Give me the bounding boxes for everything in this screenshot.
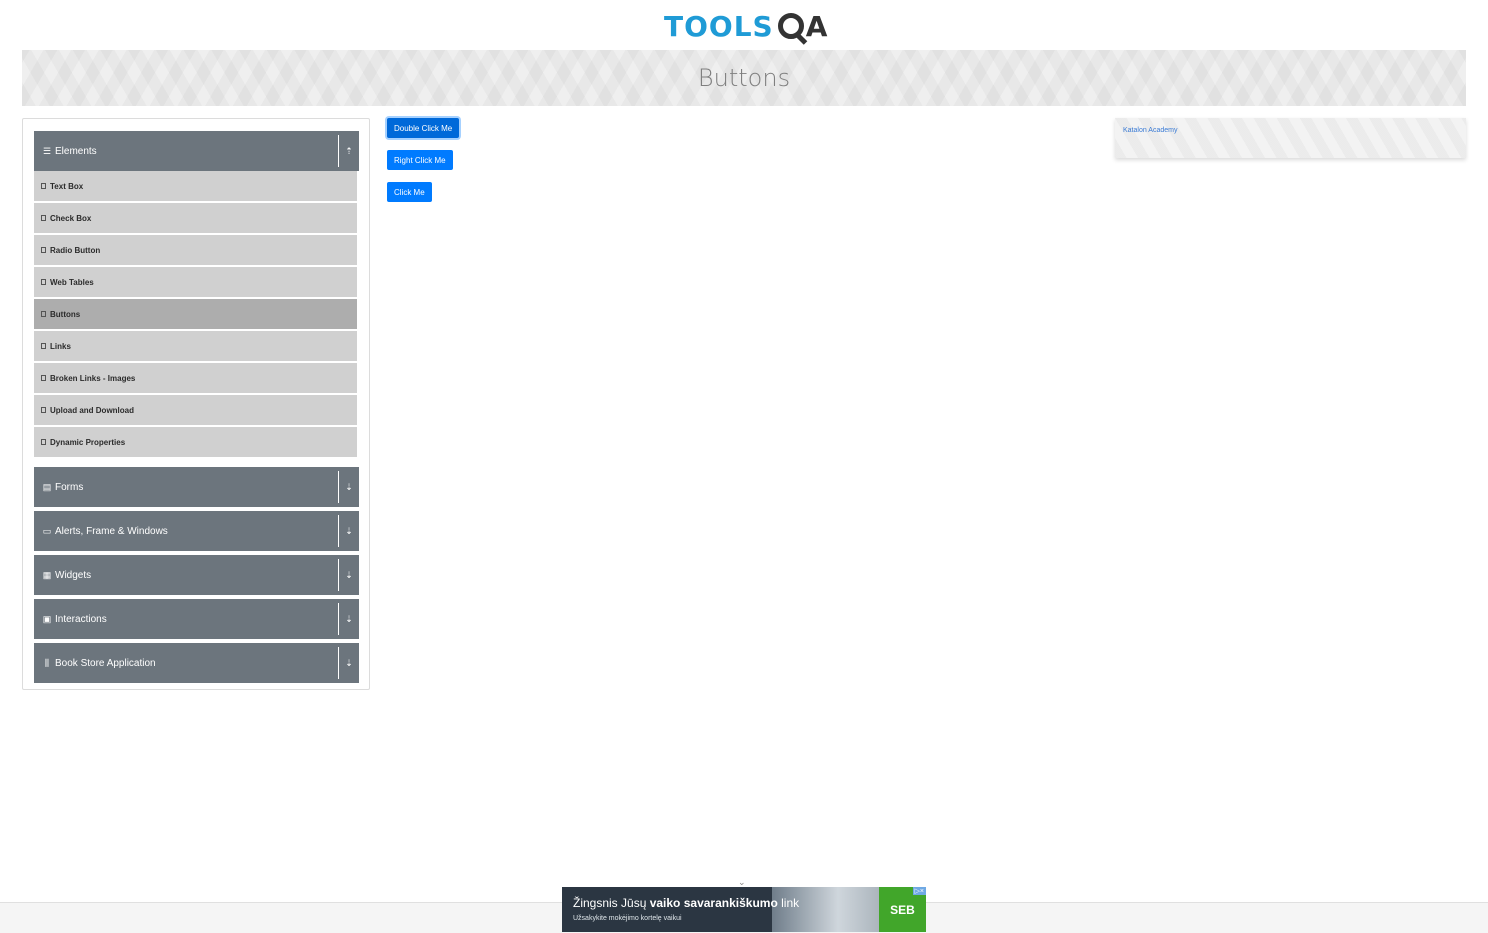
sidebar-item-web-tables[interactable]: Web Tables bbox=[34, 267, 359, 297]
logo-tools-text: TOOLS bbox=[664, 9, 774, 43]
sidebar: ☰ Elements ⇡ Text Box Check Box Radio Bu… bbox=[22, 118, 370, 690]
item-icon bbox=[41, 311, 46, 317]
sidebar-item-radio-button[interactable]: Radio Button bbox=[34, 235, 359, 265]
item-icon bbox=[41, 215, 46, 221]
sidebar-group-interactions[interactable]: ▣ Interactions ⇣ bbox=[34, 599, 359, 639]
sidebar-item-label: Buttons bbox=[50, 309, 81, 319]
sidebar-item-upload-download[interactable]: Upload and Download bbox=[34, 395, 359, 425]
sidebar-group-label: Book Store Application bbox=[55, 657, 156, 669]
sidebar-item-label: Links bbox=[50, 341, 71, 351]
sidebar-group-label: Widgets bbox=[55, 569, 92, 581]
window-icon: ▭ bbox=[42, 525, 52, 536]
sidebar-item-label: Web Tables bbox=[50, 277, 94, 287]
sidebar-item-label: Text Box bbox=[50, 181, 84, 191]
page-title: Buttons bbox=[697, 64, 791, 92]
sidebar-group-widgets[interactable]: ▦ Widgets ⇣ bbox=[34, 555, 359, 595]
sidebar-item-label: Broken Links - Images bbox=[50, 373, 136, 383]
ad-info-icon[interactable]: ▷× bbox=[912, 887, 926, 895]
expand-arrow-icon[interactable]: ⇣ bbox=[338, 471, 359, 503]
sidebar-item-check-box[interactable]: Check Box bbox=[34, 203, 359, 233]
sidebar-item-buttons[interactable]: Buttons bbox=[34, 299, 359, 329]
broken-image-alt-text[interactable]: Katalon Academy bbox=[1123, 127, 1177, 134]
expand-arrow-icon[interactable]: ⇣ bbox=[338, 559, 359, 591]
sidebar-item-label: Check Box bbox=[50, 213, 92, 223]
item-icon bbox=[41, 279, 46, 285]
sidebar-group-book-store[interactable]: ⫼ Book Store Application ⇣ bbox=[34, 643, 359, 683]
right-click-button[interactable]: Right Click Me bbox=[387, 150, 453, 170]
gear-icon bbox=[777, 13, 804, 39]
sidebar-group-label: Elements bbox=[55, 145, 97, 157]
library-icon: ⫼ bbox=[44, 657, 50, 668]
item-icon bbox=[41, 439, 46, 445]
sidebar-item-links[interactable]: Links bbox=[34, 331, 359, 361]
elements-menu-list: Text Box Check Box Radio Button Web Tabl… bbox=[34, 171, 359, 459]
sidebar-group-alerts[interactable]: ▭ Alerts, Frame & Windows ⇣ bbox=[34, 511, 359, 551]
sidebar-item-text-box[interactable]: Text Box bbox=[34, 171, 359, 201]
item-icon bbox=[41, 183, 46, 189]
sidebar-group-forms[interactable]: ▤ Forms ⇣ bbox=[34, 467, 359, 507]
ad-headline: Žingsnis Jūsų vaiko savarankiškumo link bbox=[573, 896, 800, 910]
item-icon bbox=[41, 343, 46, 349]
click-me-button[interactable]: Click Me bbox=[387, 182, 432, 202]
interaction-icon: ▣ bbox=[42, 613, 52, 624]
sidebar-group-label: Alerts, Frame & Windows bbox=[55, 525, 168, 537]
expand-arrow-icon[interactable]: ⇣ bbox=[338, 603, 359, 635]
sidebar-item-label: Upload and Download bbox=[50, 405, 134, 415]
sidebar-item-broken-links[interactable]: Broken Links - Images bbox=[34, 363, 359, 393]
sidebar-group-label: Forms bbox=[55, 481, 84, 493]
sidebar-item-label: Radio Button bbox=[50, 245, 101, 255]
hamburger-icon: ☰ bbox=[42, 145, 52, 156]
item-icon bbox=[41, 247, 46, 253]
sidebar-item-label: Dynamic Properties bbox=[50, 437, 126, 447]
toolsqa-logo[interactable]: TOOLS A bbox=[664, 6, 828, 46]
katalon-ad[interactable]: Katalon Academy bbox=[1115, 118, 1466, 158]
bottom-ad-banner[interactable]: Žingsnis Jūsų vaiko savarankiškumo link … bbox=[562, 887, 926, 932]
expand-arrow-icon[interactable]: ⇣ bbox=[338, 647, 359, 679]
item-icon bbox=[41, 375, 46, 381]
ad-subtext: Užsakykite mokėjimo kortelę vaikui bbox=[573, 915, 682, 922]
double-click-button[interactable]: Double Click Me bbox=[387, 118, 460, 138]
collapse-arrow-icon[interactable]: ⇡ bbox=[338, 135, 359, 167]
grid-icon: ▦ bbox=[42, 569, 52, 580]
form-icon: ▤ bbox=[42, 481, 52, 492]
page-banner: Buttons bbox=[22, 50, 1466, 106]
logo-qa: A bbox=[774, 10, 829, 43]
expand-arrow-icon[interactable]: ⇣ bbox=[338, 515, 359, 547]
sidebar-group-label: Interactions bbox=[55, 613, 107, 625]
sidebar-item-dynamic-properties[interactable]: Dynamic Properties bbox=[34, 427, 359, 457]
sidebar-group-elements[interactable]: ☰ Elements ⇡ bbox=[34, 131, 359, 171]
item-icon bbox=[41, 407, 46, 413]
logo-qa-text: A bbox=[805, 9, 829, 43]
